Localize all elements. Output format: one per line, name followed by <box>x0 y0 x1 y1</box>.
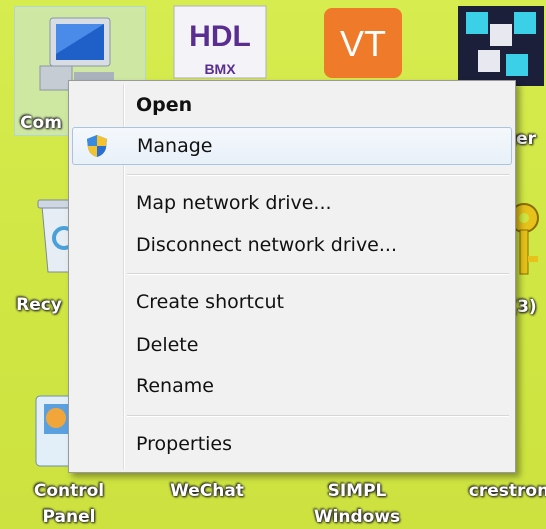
desktop-icon-hdl[interactable]: HDL BMX <box>170 0 280 90</box>
vt-app-icon: VT <box>324 8 402 78</box>
menu-separator <box>127 174 509 175</box>
desktop-icon-label: Control <box>33 481 105 501</box>
menu-item-label: Create shortcut <box>136 291 284 313</box>
hdl-logo-text: HDL <box>189 20 251 53</box>
desktop-icon-vt[interactable]: VT <box>318 0 428 90</box>
menu-item-open[interactable]: Open <box>72 87 512 123</box>
desktop-icon-label: SIMPL <box>327 481 387 501</box>
desktop-icon-label-line2: Windows <box>313 507 401 527</box>
vt-logo-text: VT <box>340 23 386 64</box>
hdl-app-icon: HDL BMX <box>173 5 267 79</box>
menu-item-label: Delete <box>136 334 199 356</box>
menu-item-delete[interactable]: Delete <box>72 327 512 363</box>
desktop-icon-label: crestron <box>468 481 546 501</box>
menu-item-label: Rename <box>136 375 214 397</box>
menu-item-label: Map network drive... <box>136 192 332 214</box>
menu-item-label: Manage <box>137 135 213 157</box>
menu-item-label: Open <box>136 94 193 116</box>
desktop-icon-label-line2: Panel <box>42 507 96 527</box>
menu-item-label: Disconnect network drive... <box>136 234 397 256</box>
menu-item-label: Properties <box>136 433 233 455</box>
menu-item-rename[interactable]: Rename <box>72 368 512 404</box>
menu-item-manage[interactable]: Manage <box>72 127 512 165</box>
mc-app-icon <box>458 6 544 86</box>
desktop-icon-label: WeChat <box>170 481 244 501</box>
menu-item-disconnect-network-drive[interactable]: Disconnect network drive... <box>72 227 512 263</box>
context-menu: Open Manage Map network drive... Disconn… <box>68 80 516 473</box>
shield-icon <box>87 135 107 157</box>
menu-item-properties[interactable]: Properties <box>72 426 512 462</box>
hdl-sub-text: BMX <box>204 61 236 77</box>
menu-separator <box>127 415 509 416</box>
menu-separator <box>127 273 509 274</box>
menu-item-map-network-drive[interactable]: Map network drive... <box>72 185 512 221</box>
menu-item-create-shortcut[interactable]: Create shortcut <box>72 284 512 320</box>
